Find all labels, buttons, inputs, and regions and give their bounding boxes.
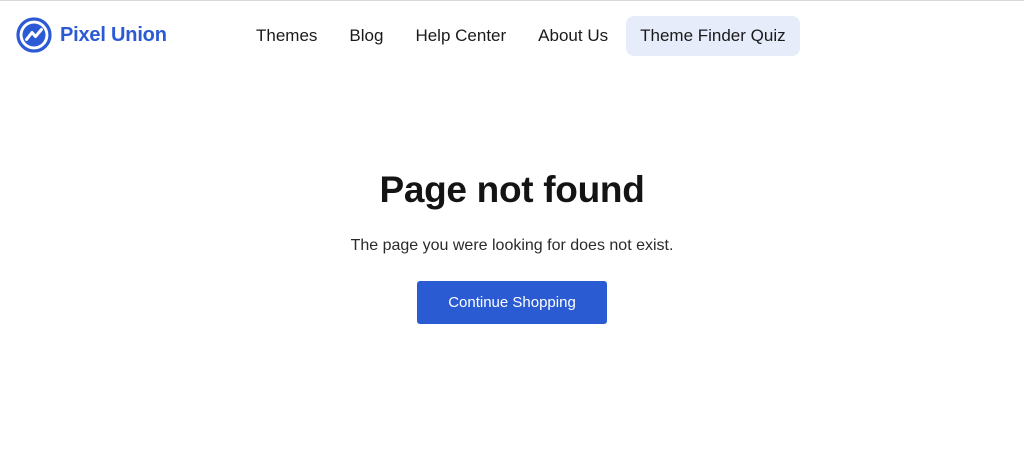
- page-title: Page not found: [379, 169, 645, 210]
- nav-item-themes[interactable]: Themes: [240, 16, 333, 56]
- page: Pixel Union Themes Blog Help Center Abou…: [0, 0, 1024, 464]
- nav-item-about-us[interactable]: About Us: [522, 16, 624, 56]
- continue-shopping-button[interactable]: Continue Shopping: [417, 281, 607, 324]
- nav-item-help-center[interactable]: Help Center: [399, 16, 522, 56]
- brand-name: Pixel Union: [60, 23, 167, 46]
- error-message: The page you were looking for does not e…: [350, 237, 674, 254]
- not-found-section: Page not found The page you were looking…: [0, 169, 1024, 324]
- pixel-union-logo-icon: [16, 17, 52, 53]
- brand-logo-link[interactable]: Pixel Union: [16, 17, 167, 53]
- site-header: Pixel Union Themes Blog Help Center Abou…: [0, 1, 1024, 69]
- nav-item-blog[interactable]: Blog: [333, 16, 399, 56]
- nav-item-theme-finder-quiz[interactable]: Theme Finder Quiz: [626, 16, 800, 56]
- main-nav: Themes Blog Help Center About Us Theme F…: [240, 16, 800, 56]
